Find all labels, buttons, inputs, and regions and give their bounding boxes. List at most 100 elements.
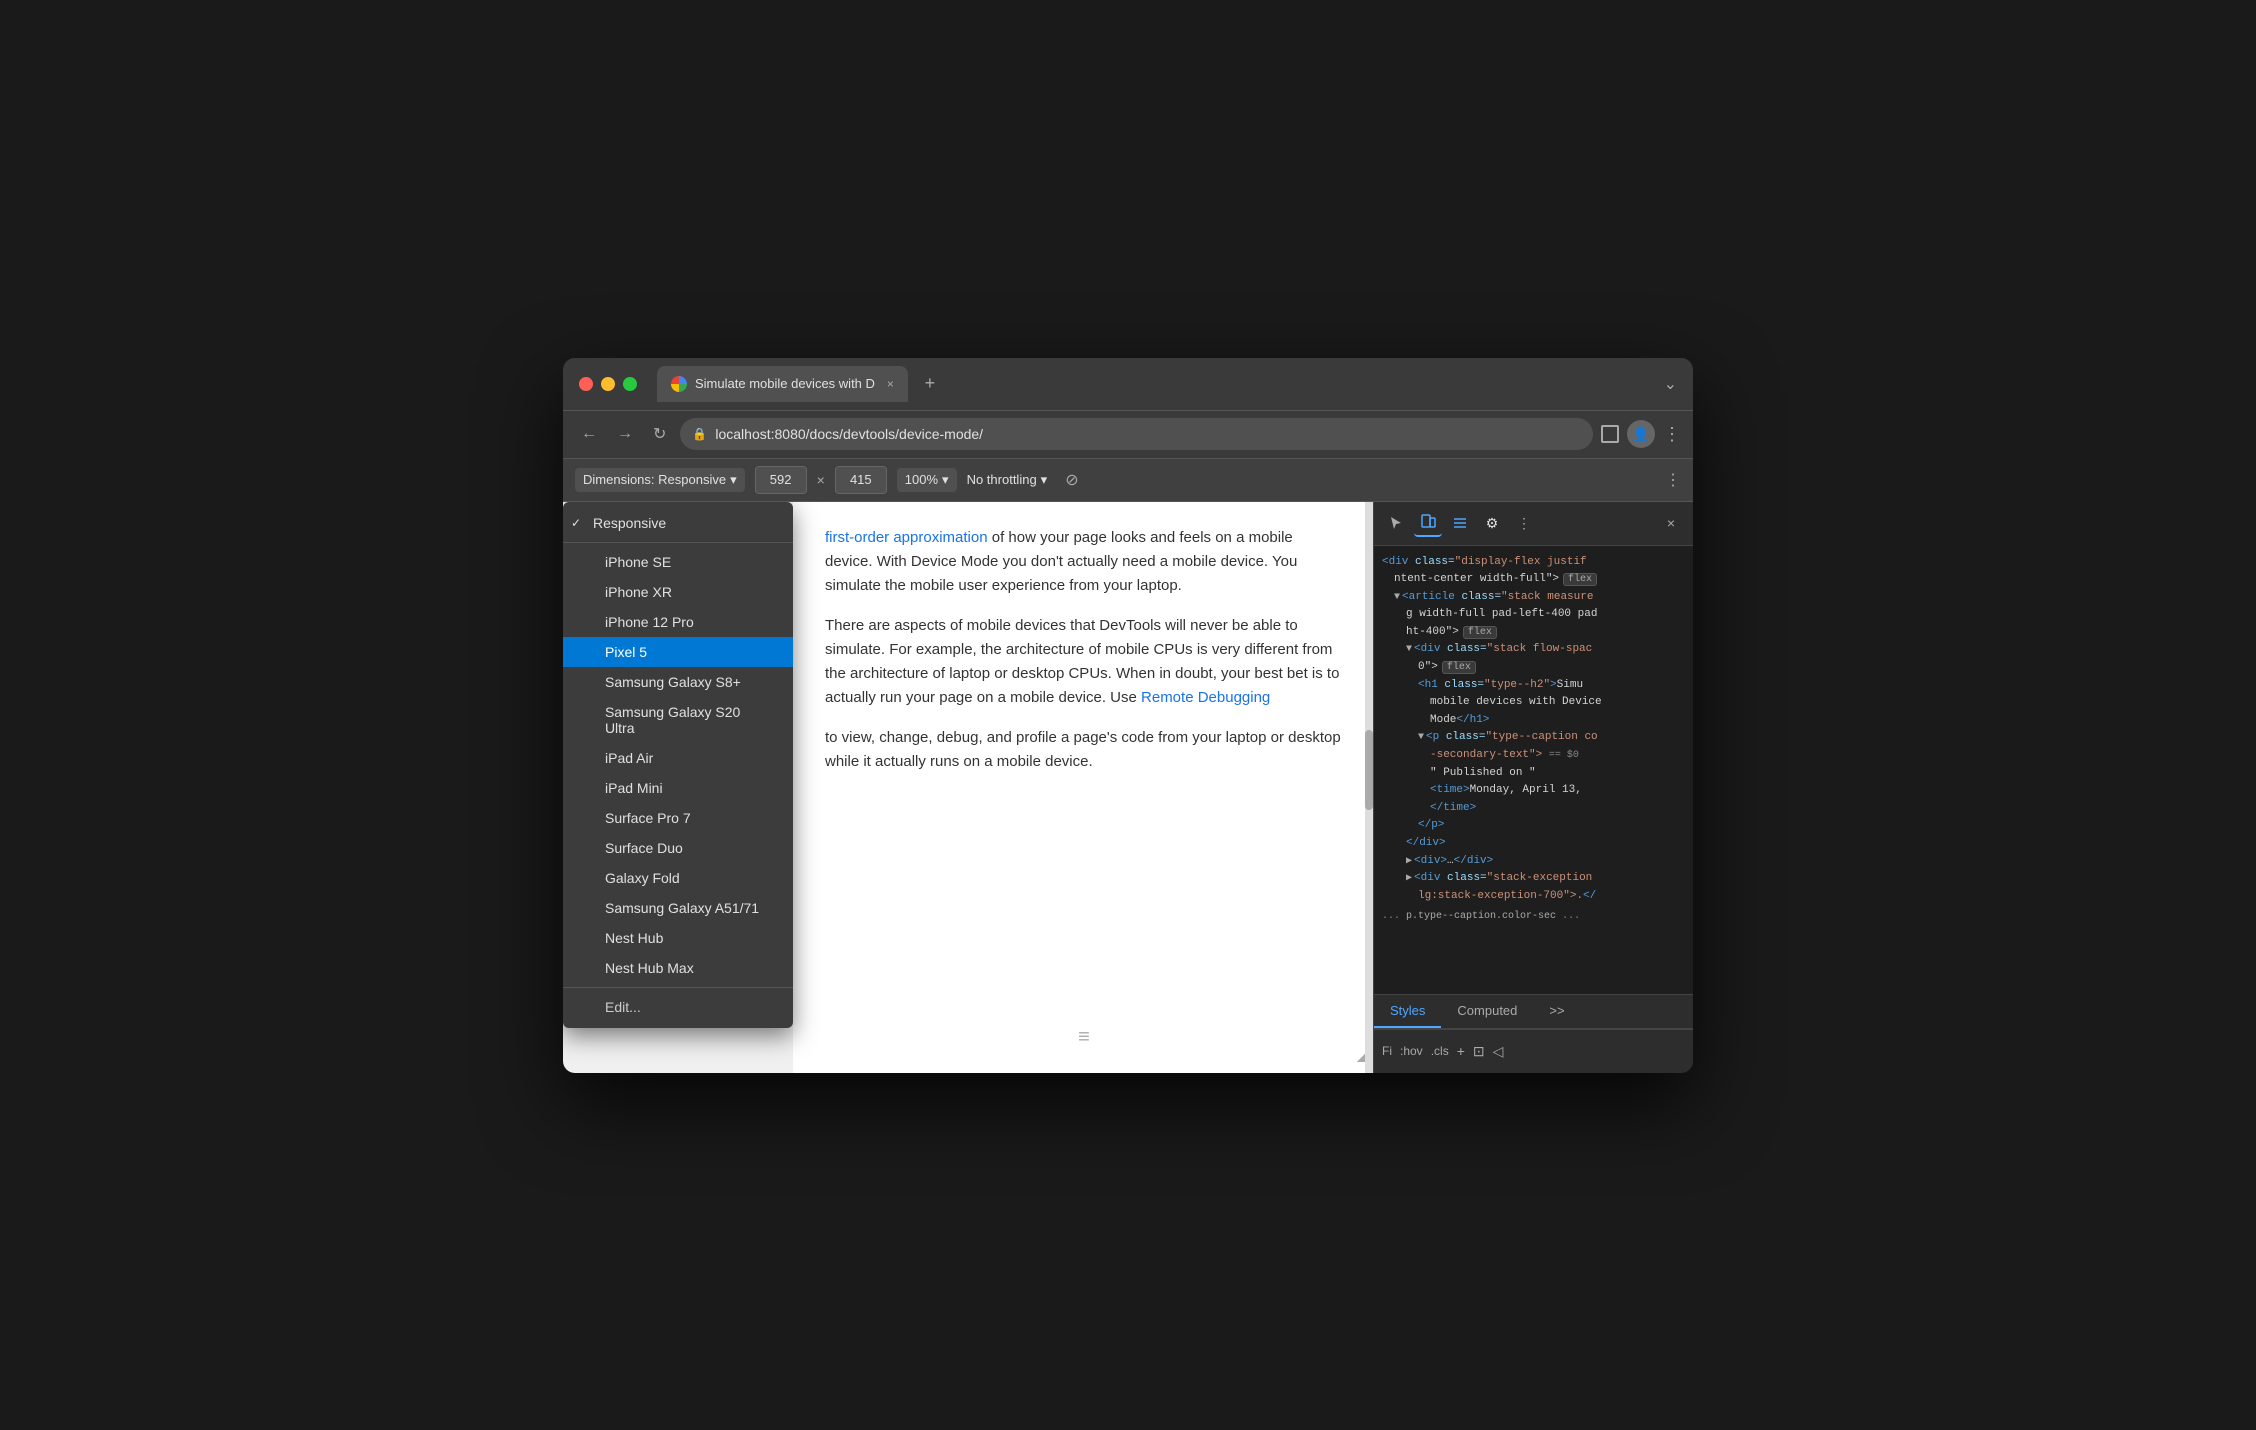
dropdown-item-samsung-a51[interactable]: Samsung Galaxy A51/71 [563,893,793,923]
settings-icon[interactable]: ⚙ [1478,509,1506,537]
forward-button[interactable]: → [611,421,639,447]
hov-button[interactable]: :hov [1400,1044,1423,1058]
dimensions-arrow: ▾ [730,472,737,488]
code-line-10: Mode</h1> [1378,712,1689,730]
viewport: ✓ Responsive iPhone SE iPhone XR iPhone … [563,502,1373,1073]
code-line-20: lg:stack-exception-700">.</ [1378,888,1689,906]
code-line-17: </div> [1378,835,1689,853]
dropdown-label-edit: Edit... [605,999,641,1015]
zoom-arrow: ▾ [942,472,949,488]
dropdown-item-nest-hub-max[interactable]: Nest Hub Max [563,953,793,983]
tab-more[interactable]: >> [1533,995,1580,1028]
dimension-separator: × [817,472,825,488]
throttle-selector[interactable]: No throttling ▾ [967,472,1048,488]
more-devtools-icon[interactable]: ⋮ [1510,509,1538,537]
code-line-3: ▼<article class="stack measure [1378,589,1689,607]
throttle-arrow: ▾ [1041,472,1048,488]
close-devtools-button[interactable]: × [1657,509,1685,537]
dropdown-divider [563,542,793,543]
cast-icon[interactable] [1601,425,1619,443]
devtools-footer: Fi :hov .cls + ⊡ ◁ [1374,1029,1693,1073]
dropdown-item-nest-hub[interactable]: Nest Hub [563,923,793,953]
page-content: first-order approximation of how your pa… [793,502,1373,1073]
filter-label: Fi [1382,1044,1392,1058]
checkmark-icon: ✓ [571,516,585,530]
dropdown-item-edit[interactable]: Edit... [563,992,793,1022]
dropdown-item-surface-pro[interactable]: Surface Pro 7 [563,803,793,833]
dropdown-label-iphone-12-pro: iPhone 12 Pro [605,614,694,630]
add-style-button[interactable]: + [1457,1043,1465,1059]
code-line-1: <div class="display-flex justif [1378,554,1689,572]
dropdown-item-iphone-se[interactable]: iPhone SE [563,547,793,577]
new-tab-button[interactable]: + [916,370,944,398]
close-button[interactable] [579,377,593,391]
dropdown-label-nest-hub-max: Nest Hub Max [605,960,694,976]
dropdown-item-ipad-air[interactable]: iPad Air [563,743,793,773]
resize-handle[interactable]: ≡ [1078,1021,1088,1053]
code-line-6: ▼<div class="stack flow-spac [1378,641,1689,659]
dropdown-item-iphone-xr[interactable]: iPhone XR [563,577,793,607]
code-line-5: ht-400">flex [1378,624,1689,642]
remote-debugging-link[interactable]: Remote Debugging [1141,689,1270,706]
dimensions-label: Dimensions: Responsive [583,472,726,487]
dropdown-item-responsive[interactable]: ✓ Responsive [563,508,793,538]
url-bar[interactable]: 🔒 localhost:8080/docs/devtools/device-mo… [680,418,1593,450]
height-input[interactable] [835,466,887,494]
device-toolbar: Dimensions: Responsive ▾ × 100% ▾ No thr… [563,458,1693,502]
tab-computed[interactable]: Computed [1441,995,1533,1028]
dropdown-item-iphone-12-pro[interactable]: iPhone 12 Pro [563,607,793,637]
dropdown-item-pixel-5[interactable]: Pixel 5 [563,637,793,667]
dimensions-selector[interactable]: Dimensions: Responsive ▾ [575,468,745,492]
paragraph-1: first-order approximation of how your pa… [825,526,1341,598]
dropdown-label-samsung-s20: Samsung Galaxy S20 Ultra [605,704,773,736]
dropdown-item-galaxy-fold[interactable]: Galaxy Fold [563,863,793,893]
width-input[interactable] [755,466,807,494]
titlebar: Simulate mobile devices with D × + ⌄ [563,358,1693,410]
dropdown-item-samsung-s8[interactable]: Samsung Galaxy S8+ [563,667,793,697]
more-options-icon[interactable]: ⋮ [1665,470,1681,490]
elements-icon[interactable] [1446,509,1474,537]
sensors-icon[interactable]: ⊘ [1065,470,1078,490]
dropdown-label-responsive: Responsive [593,515,666,531]
nav-menu-button[interactable]: ⋮ [1663,424,1681,445]
scroll-thumb[interactable] [1365,730,1373,810]
reload-button[interactable]: ↻ [647,420,672,448]
paragraph-3: to view, change, debug, and profile a pa… [825,726,1341,774]
browser-window: Simulate mobile devices with D × + ⌄ ← →… [563,358,1693,1073]
code-line-7: 0">flex [1378,659,1689,677]
window-menu-button[interactable]: ⌄ [1664,374,1677,394]
traffic-lights [579,377,637,391]
zoom-label: 100% [905,472,938,487]
dropdown-divider-2 [563,987,793,988]
code-line-9: mobile devices with Device [1378,694,1689,712]
first-order-link[interactable]: first-order approximation [825,529,988,546]
code-line-15: </time> [1378,800,1689,818]
active-tab[interactable]: Simulate mobile devices with D × [657,366,908,402]
tab-close-button[interactable]: × [887,377,894,391]
code-line-16: </p> [1378,817,1689,835]
collapse-icon[interactable]: ◁ [1493,1043,1504,1060]
code-line-4: g width-full pad-left-400 pad [1378,606,1689,624]
scrollbar[interactable] [1365,502,1373,1073]
code-line-12: -secondary-text"> == $0 [1378,747,1689,765]
dropdown-label-ipad-air: iPad Air [605,750,653,766]
toggle-sidebar-icon[interactable]: ⊡ [1473,1043,1485,1060]
maximize-button[interactable] [623,377,637,391]
minimize-button[interactable] [601,377,615,391]
avatar[interactable]: 👤 [1627,420,1655,448]
device-dropdown-menu: ✓ Responsive iPhone SE iPhone XR iPhone … [563,502,793,1028]
back-button[interactable]: ← [575,421,603,447]
avatar-icon: 👤 [1632,426,1649,443]
paragraph-2: There are aspects of mobile devices that… [825,614,1341,710]
device-mode-icon[interactable] [1414,509,1442,537]
dropdown-item-surface-duo[interactable]: Surface Duo [563,833,793,863]
tab-styles[interactable]: Styles [1374,995,1441,1028]
cls-button[interactable]: .cls [1431,1044,1449,1058]
elements-cursor-icon[interactable] [1382,509,1410,537]
dropdown-item-samsung-s20[interactable]: Samsung Galaxy S20 Ultra [563,697,793,743]
devtools-toolbar: ⚙ ⋮ × [1374,502,1693,546]
dropdown-item-ipad-mini[interactable]: iPad Mini [563,773,793,803]
dropdown-label-nest-hub: Nest Hub [605,930,663,946]
code-line-19: ▶<div class="stack-exception [1378,870,1689,888]
zoom-selector[interactable]: 100% ▾ [897,468,957,492]
